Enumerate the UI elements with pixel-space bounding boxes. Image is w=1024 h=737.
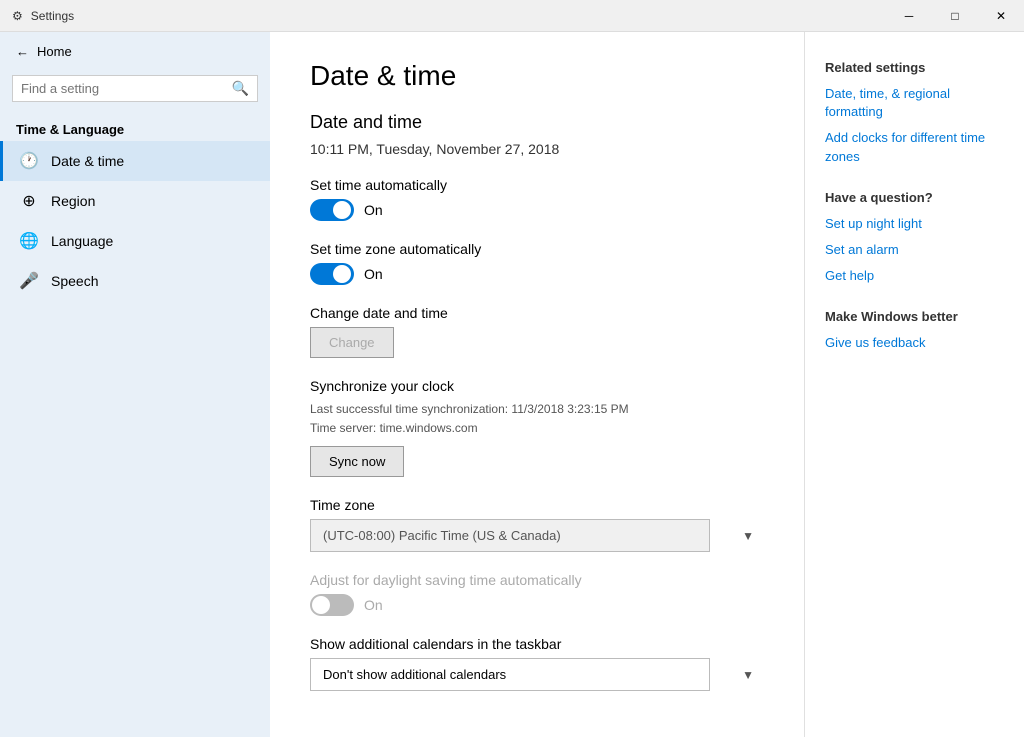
set-timezone-auto-label: Set time zone automatically bbox=[310, 241, 764, 257]
have-question-section: Have a question? Set up night light Set … bbox=[825, 190, 1004, 286]
related-settings-section: Related settings Date, time, & regional … bbox=[825, 60, 1004, 166]
titlebar-controls: ─ □ ✕ bbox=[886, 0, 1024, 32]
sidebar-item-date-time[interactable]: 🕐 Date & time bbox=[0, 141, 270, 181]
daylight-label: Adjust for daylight saving time automati… bbox=[310, 572, 764, 588]
have-question-title: Have a question? bbox=[825, 190, 1004, 205]
calendar-dropdown[interactable]: Don't show additional calendars bbox=[310, 658, 710, 691]
current-time: 10:11 PM, Tuesday, November 27, 2018 bbox=[310, 141, 764, 157]
back-icon: ← bbox=[16, 44, 29, 59]
back-label: Home bbox=[37, 44, 72, 59]
section-title: Date and time bbox=[310, 112, 764, 133]
sidebar-item-speech[interactable]: 🎤 Speech bbox=[0, 261, 270, 301]
set-timezone-auto-value: On bbox=[364, 266, 383, 282]
set-time-auto-value: On bbox=[364, 202, 383, 218]
toggle-knob bbox=[312, 596, 330, 614]
sidebar: ← Home 🔍 Time & Language 🕐 Date & time ⊕… bbox=[0, 32, 270, 737]
search-box[interactable]: 🔍 bbox=[12, 75, 258, 102]
change-button[interactable]: Change bbox=[310, 327, 394, 358]
set-timezone-auto-row: Set time zone automatically On bbox=[310, 241, 764, 285]
set-time-auto-toggle[interactable] bbox=[310, 199, 354, 221]
maximize-button[interactable]: □ bbox=[932, 0, 978, 32]
speech-icon: 🎤 bbox=[19, 271, 39, 291]
change-datetime-label: Change date and time bbox=[310, 305, 764, 321]
minimize-button[interactable]: ─ bbox=[886, 0, 932, 32]
timezone-label: Time zone bbox=[310, 497, 764, 513]
search-icon: 🔍 bbox=[232, 80, 249, 97]
titlebar: ⚙ Settings ─ □ ✕ bbox=[0, 0, 1024, 32]
set-time-auto-label: Set time automatically bbox=[310, 177, 764, 193]
clock-icon: 🕐 bbox=[19, 151, 39, 171]
sidebar-item-label: Speech bbox=[51, 273, 98, 289]
chevron-down-icon: ▼ bbox=[742, 668, 754, 682]
feedback-title: Make Windows better bbox=[825, 309, 1004, 324]
daylight-value: On bbox=[364, 597, 383, 613]
set-time-auto-toggle-row: On bbox=[310, 199, 764, 221]
sidebar-item-region[interactable]: ⊕ Region bbox=[0, 181, 270, 221]
language-icon: 🌐 bbox=[19, 231, 39, 251]
timezone-dropdown[interactable]: (UTC-08:00) Pacific Time (US & Canada) bbox=[310, 519, 710, 552]
sidebar-item-label: Language bbox=[51, 233, 113, 249]
sidebar-item-label: Date & time bbox=[51, 153, 124, 169]
regional-formatting-link[interactable]: Date, time, & regional formatting bbox=[825, 85, 1004, 121]
set-time-auto-row: Set time automatically On bbox=[310, 177, 764, 221]
toggle-knob bbox=[333, 201, 351, 219]
search-input[interactable] bbox=[21, 81, 226, 96]
add-clocks-link[interactable]: Add clocks for different time zones bbox=[825, 129, 1004, 165]
calendar-label: Show additional calendars in the taskbar bbox=[310, 636, 764, 652]
sidebar-item-label: Region bbox=[51, 193, 95, 209]
daylight-toggle[interactable] bbox=[310, 594, 354, 616]
get-help-link[interactable]: Get help bbox=[825, 267, 1004, 285]
sync-now-button[interactable]: Sync now bbox=[310, 446, 404, 477]
timezone-dropdown-wrapper: (UTC-08:00) Pacific Time (US & Canada) ▼ bbox=[310, 519, 764, 552]
change-datetime-row: Change date and time Change bbox=[310, 305, 764, 358]
feedback-section: Make Windows better Give us feedback bbox=[825, 309, 1004, 352]
sync-info: Last successful time synchronization: 11… bbox=[310, 400, 764, 438]
main-content: Date & time Date and time 10:11 PM, Tues… bbox=[270, 32, 804, 737]
set-timezone-auto-toggle-row: On bbox=[310, 263, 764, 285]
daylight-row: Adjust for daylight saving time automati… bbox=[310, 572, 764, 616]
related-settings-title: Related settings bbox=[825, 60, 1004, 75]
give-feedback-link[interactable]: Give us feedback bbox=[825, 334, 1004, 352]
chevron-down-icon: ▼ bbox=[742, 529, 754, 543]
set-timezone-auto-toggle[interactable] bbox=[310, 263, 354, 285]
night-light-link[interactable]: Set up night light bbox=[825, 215, 1004, 233]
sync-line1: Last successful time synchronization: 11… bbox=[310, 400, 764, 419]
back-button[interactable]: ← Home bbox=[0, 32, 270, 71]
timezone-row: Time zone (UTC-08:00) Pacific Time (US &… bbox=[310, 497, 764, 552]
right-panel: Related settings Date, time, & regional … bbox=[804, 32, 1024, 737]
region-icon: ⊕ bbox=[19, 191, 39, 211]
sidebar-item-language[interactable]: 🌐 Language bbox=[0, 221, 270, 261]
titlebar-left: ⚙ Settings bbox=[12, 9, 74, 23]
daylight-toggle-row: On bbox=[310, 594, 764, 616]
titlebar-title: Settings bbox=[31, 9, 74, 23]
set-alarm-link[interactable]: Set an alarm bbox=[825, 241, 1004, 259]
sync-clock-row: Synchronize your clock Last successful t… bbox=[310, 378, 764, 477]
calendar-dropdown-wrapper: Don't show additional calendars ▼ bbox=[310, 658, 764, 691]
sidebar-category: Time & Language bbox=[0, 114, 270, 141]
close-button[interactable]: ✕ bbox=[978, 0, 1024, 32]
calendar-row: Show additional calendars in the taskbar… bbox=[310, 636, 764, 691]
toggle-knob bbox=[333, 265, 351, 283]
page-title: Date & time bbox=[310, 60, 764, 92]
app-body: ← Home 🔍 Time & Language 🕐 Date & time ⊕… bbox=[0, 32, 1024, 737]
sync-label: Synchronize your clock bbox=[310, 378, 764, 394]
settings-icon: ⚙ bbox=[12, 9, 23, 23]
sync-line2: Time server: time.windows.com bbox=[310, 419, 764, 438]
